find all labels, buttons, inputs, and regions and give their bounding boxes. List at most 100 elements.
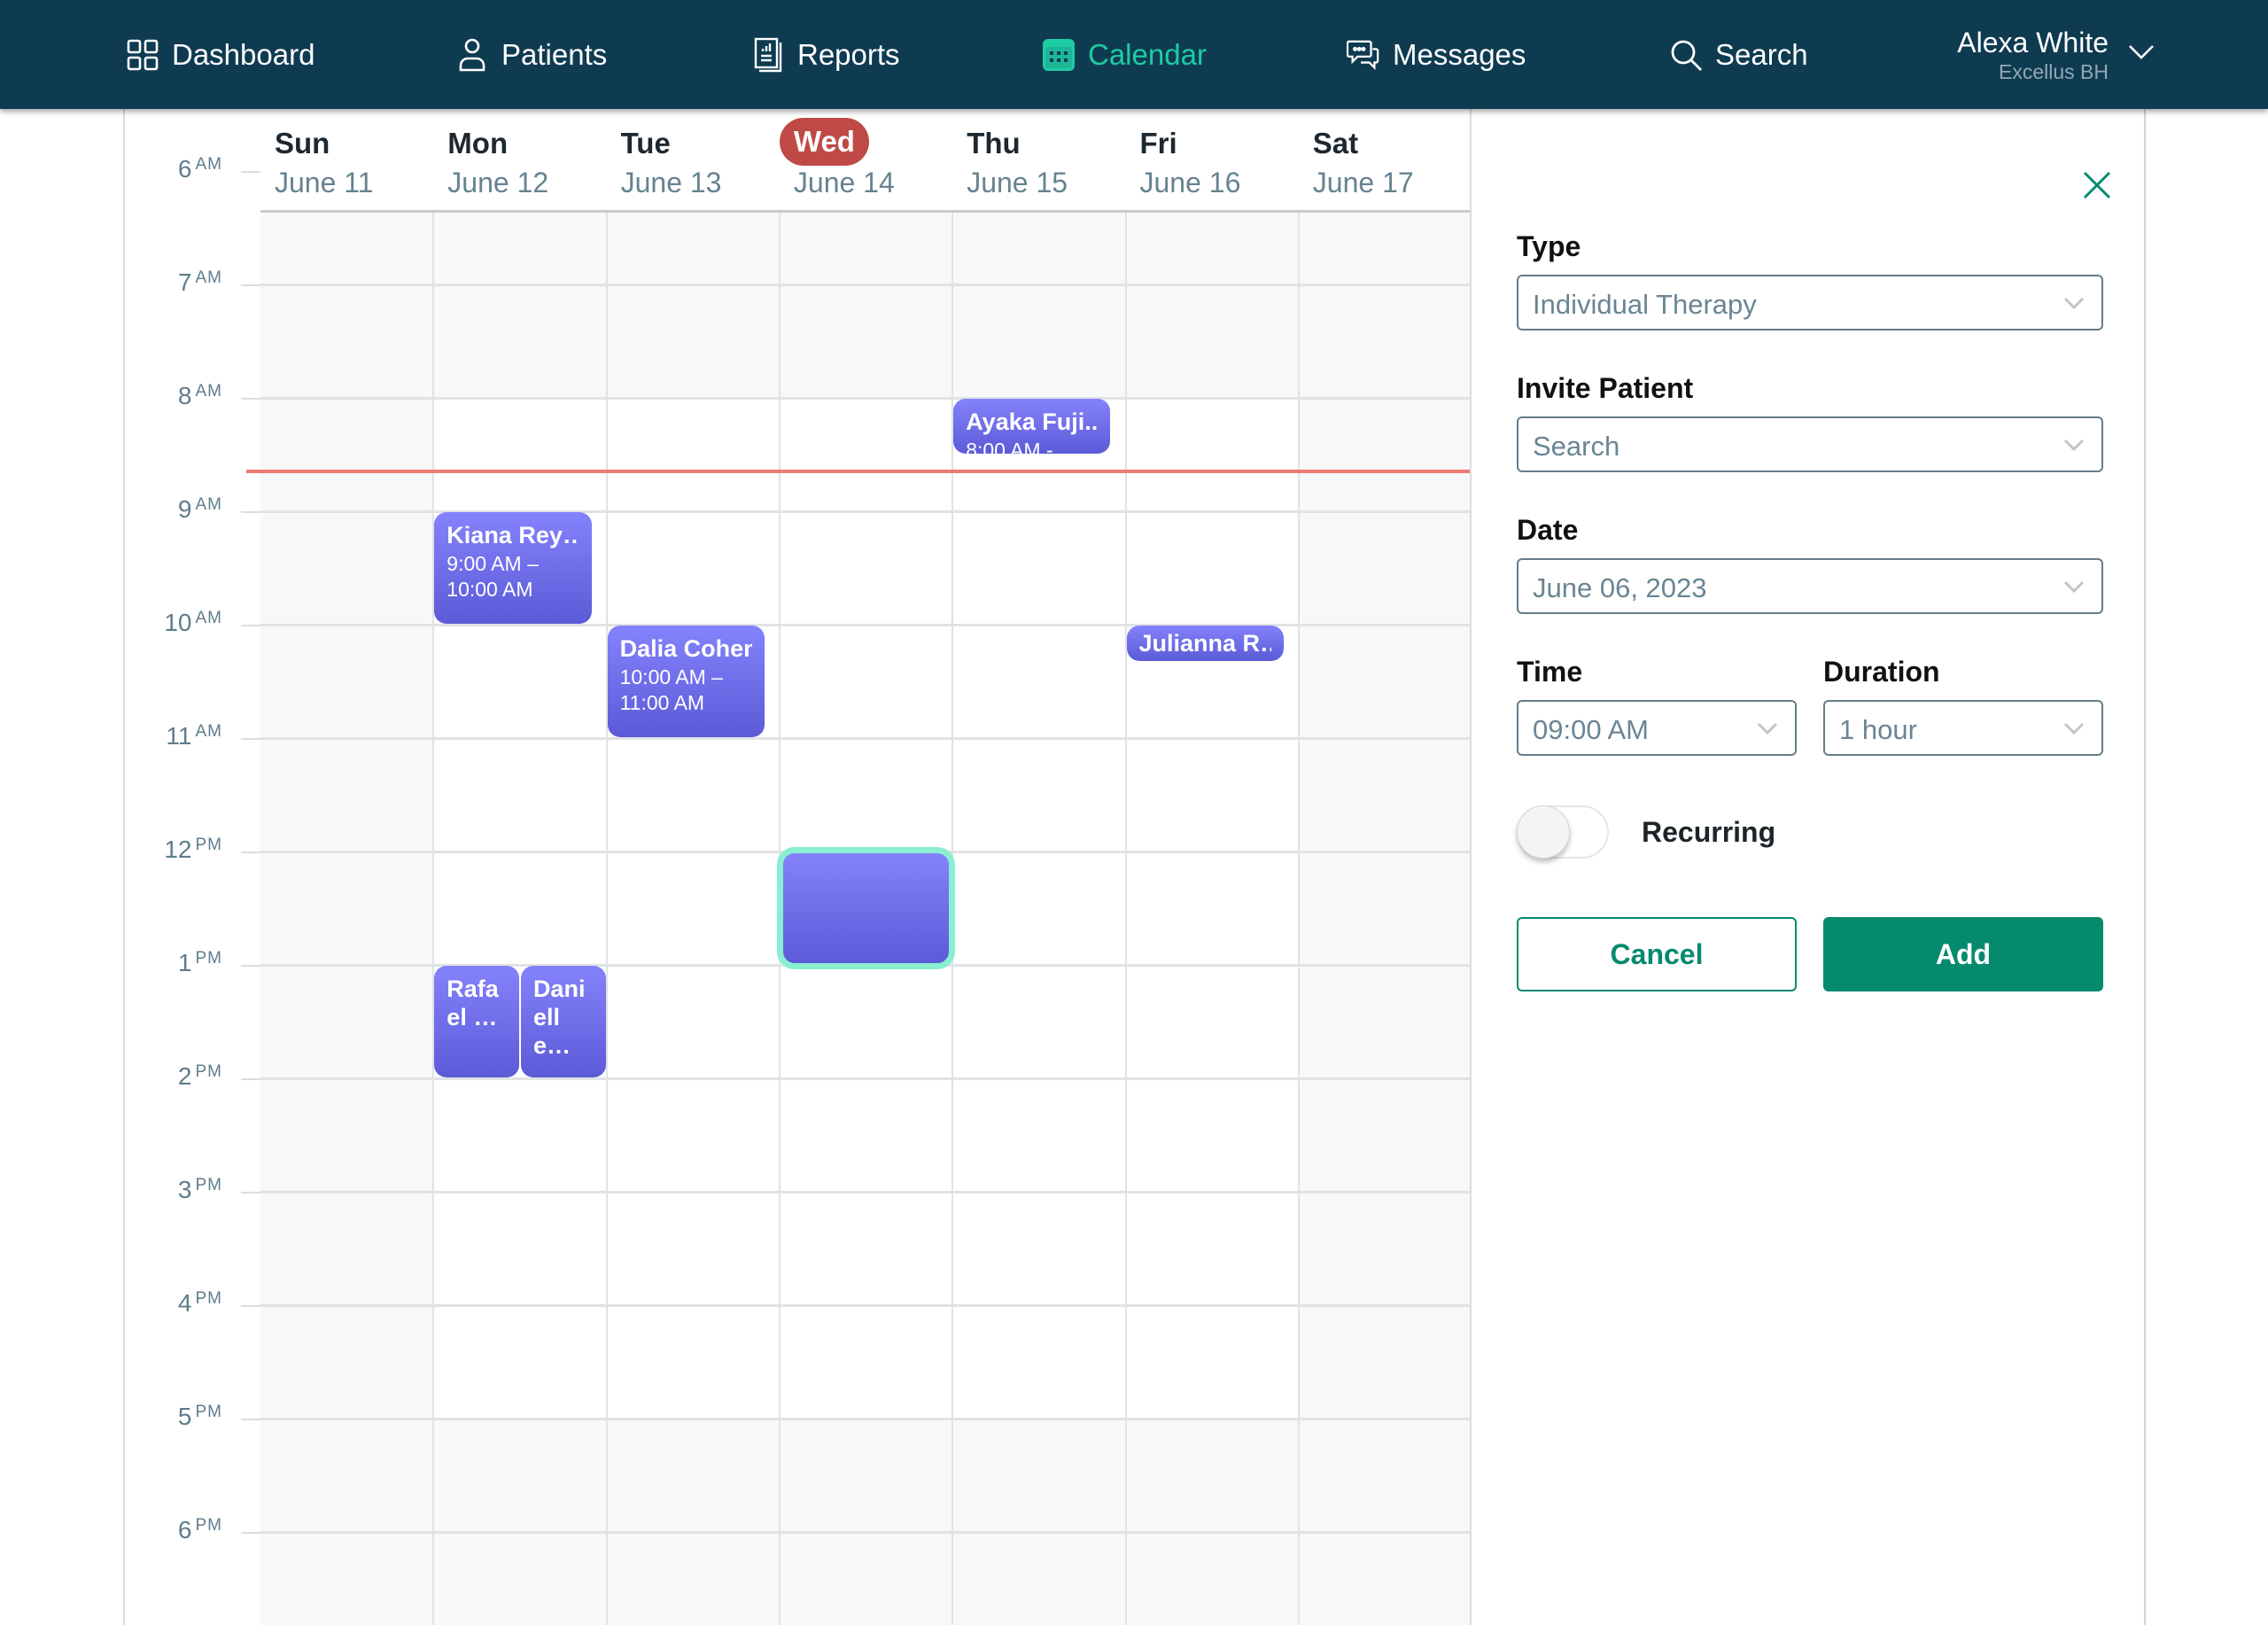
day-name: Sun xyxy=(275,127,330,159)
day-header[interactable]: Tue June 13 xyxy=(607,109,780,211)
hour-label: 10 AM xyxy=(125,609,222,637)
day-date: June 12 xyxy=(447,167,549,198)
appointment-event[interactable]: Rafael … xyxy=(434,966,519,1077)
hour-tick xyxy=(241,738,260,740)
day-header[interactable]: Fri June 16 xyxy=(1126,109,1299,211)
appointment-event[interactable]: Dalia Cohen 10:00 AM – 11:00 AM xyxy=(607,626,765,737)
duration-select[interactable]: 1 hour xyxy=(1823,700,2103,756)
user-organization: Excellus BH xyxy=(1999,59,2109,83)
calendar-card: 6 AM 7 AM 8 AM 9 AM 10 AM 11 AM 12 PM 1 PM 2 PM 3 PM 4 PM 5 PM 6… xyxy=(123,109,2146,1625)
add-button[interactable]: Add xyxy=(1823,917,2103,991)
chevron-down-icon xyxy=(2062,578,2085,595)
user-menu[interactable]: Alexa White Excellus BH xyxy=(1957,0,2155,109)
hour-gridline xyxy=(260,1304,1470,1307)
hour-label: 7 AM xyxy=(125,268,222,297)
day-column-divider xyxy=(605,213,608,1625)
hour-tick xyxy=(241,1078,260,1080)
chevron-down-icon xyxy=(1756,719,1779,737)
hour-gridline xyxy=(260,284,1470,286)
hour-tick xyxy=(241,1305,260,1307)
nav-messages-label: Messages xyxy=(1393,37,1526,71)
day-date: June 14 xyxy=(793,167,895,198)
nav-calendar-label: Calendar xyxy=(1088,37,1207,71)
hour-label: 4 PM xyxy=(125,1289,222,1318)
hour-ampm: AM xyxy=(195,382,222,400)
type-value: Individual Therapy xyxy=(1533,289,1757,320)
time-label: Time xyxy=(1517,656,1583,688)
hour-ampm: PM xyxy=(195,836,222,854)
off-hours-region xyxy=(606,213,780,398)
person-icon xyxy=(455,38,489,72)
off-hours-region xyxy=(1298,213,1470,1625)
day-header[interactable]: Wed June 14 xyxy=(779,109,952,211)
day-column-divider xyxy=(432,213,435,1625)
off-hours-region xyxy=(606,1419,780,1625)
appointment-event[interactable]: Danielle… xyxy=(520,966,606,1077)
cancel-button[interactable]: Cancel xyxy=(1517,917,1797,991)
top-nav-bar: Dashboard Patients Reports Calendar Mess… xyxy=(0,0,2268,109)
hour-label: 8 AM xyxy=(125,382,222,410)
invite-patient-placeholder: Search xyxy=(1533,431,1620,462)
day-header[interactable]: Sat June 17 xyxy=(1299,109,1470,211)
date-picker[interactable]: June 06, 2023 xyxy=(1517,558,2103,614)
new-appointment-slot[interactable] xyxy=(776,847,956,969)
off-hours-region xyxy=(1125,1419,1299,1625)
hour-label: 3 PM xyxy=(125,1176,222,1204)
calendar-grid[interactable]: Ayaka Fuji.. 8:00 AM - 8:30 Kiana Rey… 9:00… xyxy=(260,213,1470,1625)
hour-ampm: AM xyxy=(195,495,222,514)
day-column-divider xyxy=(1124,213,1127,1625)
recurring-label: Recurring xyxy=(1642,816,1776,848)
chevron-down-icon xyxy=(2062,436,2085,454)
hour-tick xyxy=(241,284,260,286)
nav-reports[interactable]: Reports xyxy=(751,0,900,109)
current-time-indicator xyxy=(246,470,1470,474)
appointment-event[interactable]: Julianna R… xyxy=(1126,626,1284,662)
hour-label: 9 AM xyxy=(125,495,222,524)
day-date: June 17 xyxy=(1312,167,1414,198)
day-header[interactable]: Sun June 11 xyxy=(260,109,433,211)
day-header[interactable]: Thu June 15 xyxy=(952,109,1125,211)
day-header[interactable]: Mon June 12 xyxy=(433,109,606,211)
hour-gridline xyxy=(260,1418,1470,1420)
nav-messages[interactable]: Messages xyxy=(1347,0,1526,109)
date-label: Date xyxy=(1517,514,1579,546)
day-date: June 16 xyxy=(1139,167,1241,198)
hour-ampm: PM xyxy=(195,1176,222,1194)
today-badge: Wed xyxy=(779,118,869,166)
hour-ampm: PM xyxy=(195,1289,222,1308)
close-x-icon[interactable] xyxy=(2079,167,2115,203)
hour-ampm: PM xyxy=(195,1516,222,1535)
invite-patient-search[interactable]: Search xyxy=(1517,416,2103,472)
nav-calendar[interactable]: Calendar xyxy=(1042,0,1207,109)
duration-value: 1 hour xyxy=(1839,714,1917,745)
day-name: Mon xyxy=(447,127,509,159)
chevron-down-icon[interactable] xyxy=(2128,44,2155,65)
hour-tick xyxy=(241,398,260,400)
nav-patients-label: Patients xyxy=(501,37,608,71)
off-hours-region xyxy=(952,213,1126,398)
off-hours-region xyxy=(952,1419,1126,1625)
appointment-event[interactable]: Ayaka Fuji.. 8:00 AM - 8:30 xyxy=(953,399,1111,454)
event-title: Kiana Rey… xyxy=(447,522,579,548)
nav-patients[interactable]: Patients xyxy=(455,0,607,109)
hour-number: 11 xyxy=(166,722,192,750)
hour-number: 3 xyxy=(177,1176,192,1203)
recurring-toggle[interactable] xyxy=(1517,805,1609,859)
time-select[interactable]: 09:00 AM xyxy=(1517,700,1797,756)
invite-patient-label: Invite Patient xyxy=(1517,372,1694,404)
event-title: Ayaka Fuji.. xyxy=(966,408,1099,435)
hour-tick xyxy=(241,171,260,173)
nav-search[interactable]: Search xyxy=(1669,0,1808,109)
hour-number: 12 xyxy=(164,836,192,863)
off-hours-region xyxy=(260,213,434,1625)
day-column-divider xyxy=(778,213,781,1625)
hour-tick xyxy=(241,851,260,853)
hour-number: 6 xyxy=(177,155,192,183)
event-title: Julianna R… xyxy=(1138,630,1271,657)
nav-dashboard[interactable]: Dashboard xyxy=(126,0,315,109)
hour-number: 7 xyxy=(177,268,192,296)
appointment-event[interactable]: Kiana Rey… 9:00 AM – 10:00 AM xyxy=(434,512,592,624)
type-select[interactable]: Individual Therapy xyxy=(1517,275,2103,330)
duration-label: Duration xyxy=(1823,656,1940,688)
hour-gridline xyxy=(260,624,1470,626)
